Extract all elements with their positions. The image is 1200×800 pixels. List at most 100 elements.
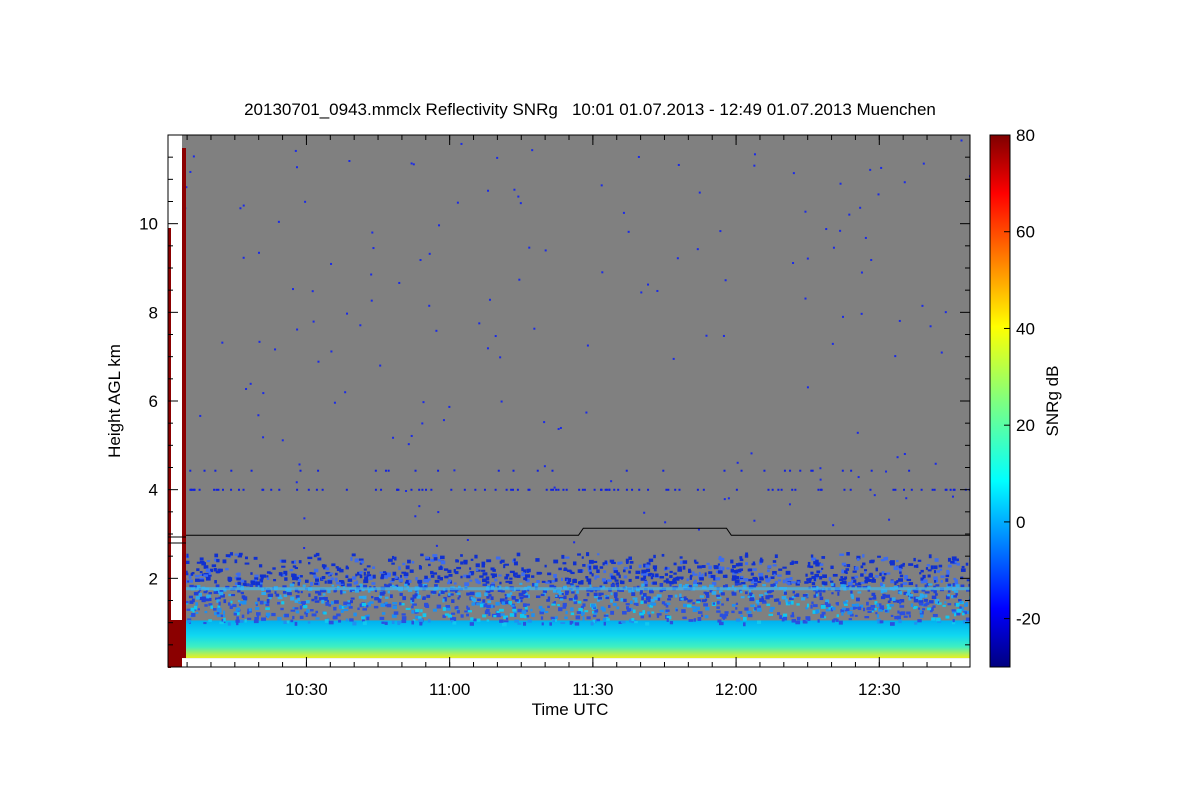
noise-dot <box>885 470 888 473</box>
heat-cell <box>280 607 284 611</box>
noise-dot <box>903 488 906 491</box>
heat-cell <box>845 571 848 575</box>
heat-cell <box>422 613 427 618</box>
noise-dot <box>806 386 809 389</box>
noise-dot <box>536 469 539 472</box>
colorbar-tick-label: 40 <box>1016 319 1035 338</box>
heat-cell <box>207 594 211 598</box>
heat-cell <box>569 570 573 573</box>
heat-cell <box>645 596 651 601</box>
heat-cell <box>850 606 853 610</box>
heat-cell <box>308 593 311 597</box>
heat-cell <box>193 591 199 596</box>
heat-cell <box>956 608 962 613</box>
heat-cell <box>374 597 379 601</box>
heat-cell <box>623 598 627 603</box>
noise-dot <box>740 469 743 472</box>
heat-cell <box>526 603 530 606</box>
heat-cell <box>214 553 219 558</box>
heat-cell <box>933 580 937 583</box>
heat-cell <box>470 596 473 600</box>
heat-cell <box>216 558 220 563</box>
heat-cell <box>594 577 597 580</box>
heat-cell <box>447 569 452 574</box>
heat-cell <box>418 618 424 622</box>
heat-cell <box>682 560 688 564</box>
noise-dot <box>505 488 508 491</box>
heat-cell <box>313 568 319 573</box>
heat-cell <box>290 609 296 612</box>
heat-cell <box>718 566 722 571</box>
noise-dot <box>843 488 846 491</box>
colorbar-tick-label: -20 <box>1016 610 1041 629</box>
heat-cell <box>680 598 684 601</box>
noise-dot <box>370 299 373 302</box>
heat-cell <box>731 575 737 579</box>
heat-cell <box>896 559 899 563</box>
heat-cell <box>289 583 295 587</box>
heat-cell <box>488 612 491 616</box>
noise-dot <box>213 488 216 491</box>
heat-cell <box>338 619 342 623</box>
heat-cell <box>387 590 390 594</box>
heat-cell <box>363 571 366 576</box>
noise-dot <box>625 469 628 472</box>
heat-cell <box>677 566 682 569</box>
heat-cell <box>836 602 839 606</box>
heat-cell <box>196 568 200 572</box>
heat-cell <box>225 567 229 571</box>
heat-cell <box>617 561 621 565</box>
heat-cell <box>952 583 955 587</box>
heat-cell <box>898 619 902 624</box>
heat-cell <box>428 563 431 567</box>
heat-cell <box>372 566 376 569</box>
heat-cell <box>731 591 735 595</box>
noise-dot <box>857 476 860 479</box>
heat-cell <box>862 554 865 558</box>
heat-cell <box>659 576 665 579</box>
heat-cell <box>500 590 505 593</box>
heat-cell <box>418 580 422 584</box>
heat-cell <box>508 580 513 585</box>
heat-cell <box>641 596 644 601</box>
heat-cell <box>292 615 295 620</box>
heat-cell <box>340 609 344 613</box>
heat-cell <box>669 575 673 579</box>
noise-dot <box>531 149 534 152</box>
heat-cell <box>582 616 585 621</box>
heat-cell <box>701 565 706 568</box>
heat-cell <box>456 609 460 614</box>
heat-cell <box>922 608 926 611</box>
noise-dot <box>753 519 756 522</box>
heat-cell <box>899 571 902 574</box>
noise-dot <box>600 184 603 187</box>
heat-cell <box>419 621 423 626</box>
heat-cell <box>504 596 508 600</box>
heat-cell <box>297 597 301 601</box>
heat-cell <box>952 618 955 623</box>
heat-cell <box>699 577 704 581</box>
heat-cell <box>189 584 194 588</box>
heat-cell <box>330 601 334 605</box>
heat-cell <box>299 615 304 619</box>
heat-cell <box>936 570 941 573</box>
heat-cell <box>350 600 353 604</box>
heat-cell <box>811 601 814 605</box>
heat-cell <box>398 566 401 571</box>
heat-cell <box>823 581 828 586</box>
heat-cell <box>855 582 859 586</box>
heat-cell <box>778 579 782 582</box>
edge-red-bar-right <box>182 148 186 658</box>
heat-cell <box>437 558 441 562</box>
noise-dot <box>513 188 516 191</box>
heat-cell <box>606 618 610 621</box>
heat-cell <box>521 610 527 615</box>
heat-cell <box>272 567 276 570</box>
noise-dot <box>239 207 242 210</box>
heat-cell <box>233 612 237 616</box>
heat-cell <box>875 612 878 615</box>
heat-cell <box>241 614 245 619</box>
heat-cell <box>504 576 509 580</box>
heat-cell <box>460 561 464 565</box>
noise-dot <box>557 428 560 431</box>
